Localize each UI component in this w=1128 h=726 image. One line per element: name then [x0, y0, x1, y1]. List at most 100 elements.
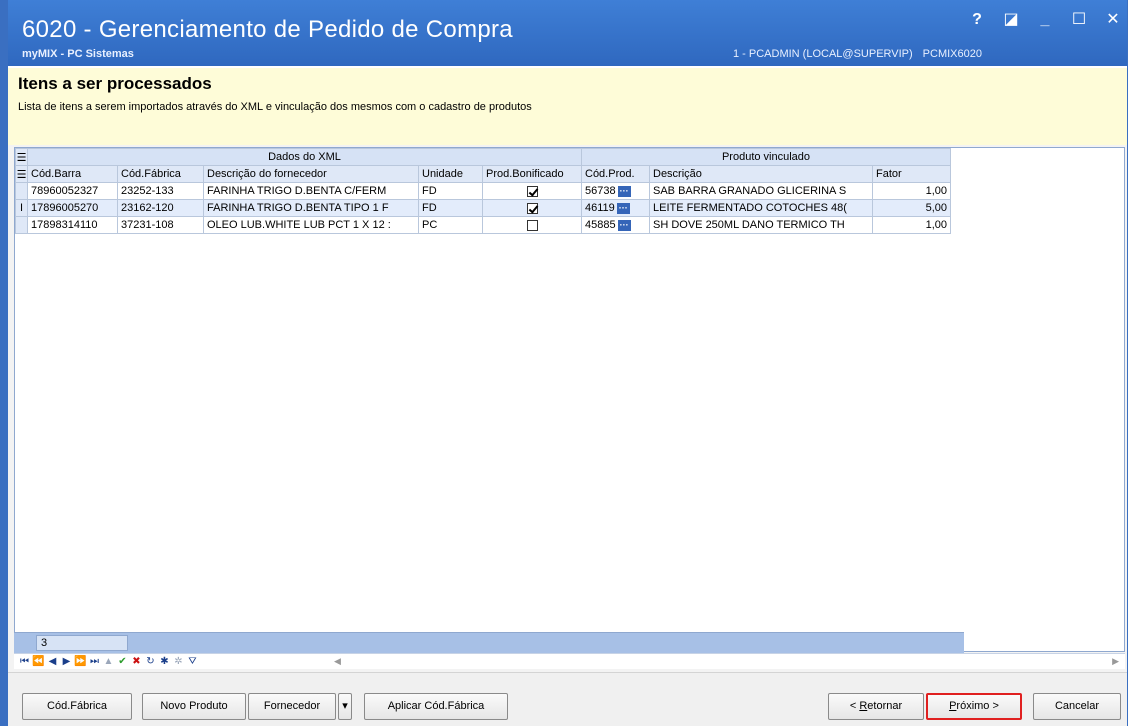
scroll-left-icon[interactable]: ◀: [334, 656, 341, 667]
cell-cod-prod[interactable]: 46119 ···: [581, 199, 650, 217]
col-descricao[interactable]: Descrição: [649, 165, 873, 183]
band-produto-vinculado: Produto vinculado: [581, 148, 951, 166]
cell-descricao-fornecedor[interactable]: FARINHA TRIGO D.BENTA C/FERM: [203, 182, 419, 200]
cell-descricao[interactable]: SAB BARRA GRANADO GLICERINA S: [649, 182, 873, 200]
cell-cod-fabrica[interactable]: 37231-108: [117, 216, 204, 234]
col-fator[interactable]: Fator: [872, 165, 951, 183]
grid-navigator: ⏮ ⏪ ◀ ▶ ⏩ ⏭ ▲ ✔ ✖ ↻ ✱ ✲ ⛛ ◀ ▶: [14, 653, 1125, 669]
window-controls: ? ◪ _ ☐ ✕: [969, 12, 1127, 28]
cell-descricao-fornecedor[interactable]: OLEO LUB.WHITE LUB PCT 1 X 12 :: [203, 216, 419, 234]
cell-prod-bonificado[interactable]: [482, 182, 582, 200]
cell-cod-fabrica[interactable]: 23252-133: [117, 182, 204, 200]
row-indicator: I: [15, 199, 28, 217]
help-icon[interactable]: ?: [969, 12, 985, 28]
refresh-icon[interactable]: ↻: [144, 656, 157, 667]
lookup-button[interactable]: ···: [617, 185, 631, 197]
fornecedor-button[interactable]: Fornecedor: [248, 693, 336, 720]
grid-footer: 3: [14, 632, 964, 653]
retornar-label: etornar: [867, 700, 903, 712]
cell-cod-prod[interactable]: 56738 ···: [581, 182, 650, 200]
cod-fabrica-button[interactable]: Cód.Fábrica: [22, 693, 132, 720]
col-unidade[interactable]: Unidade: [418, 165, 483, 183]
app-subtitle: myMIX - PC Sistemas: [22, 48, 134, 60]
retornar-prefix: <: [849, 700, 860, 712]
page-title: Itens a ser processados: [18, 74, 212, 93]
table-row[interactable]: I 17896005270 23162-120 FARINHA TRIGO D.…: [15, 199, 951, 217]
row-indicator: [15, 216, 28, 234]
items-table: ☰ Dados do XML Produto vinculado ☰ Cód.B…: [15, 148, 951, 234]
novo-produto-button[interactable]: Novo Produto: [142, 693, 246, 720]
prev-page-icon[interactable]: ⏪: [32, 656, 45, 667]
cell-unidade[interactable]: PC: [418, 216, 483, 234]
col-descricao-fornecedor[interactable]: Descrição do fornecedor: [203, 165, 419, 183]
proximo-label: róximo >: [956, 700, 999, 712]
title-bar[interactable]: 6020 - Gerenciamento de Pedido de Compra…: [8, 0, 1127, 66]
fornecedor-dropdown-icon[interactable]: ▾: [338, 693, 352, 720]
items-grid[interactable]: ☰ Dados do XML Produto vinculado ☰ Cód.B…: [14, 147, 1125, 652]
band-xml: Dados do XML: [27, 148, 582, 166]
prev-record-icon[interactable]: ◀: [46, 656, 59, 667]
cell-cod-fabrica[interactable]: 23162-120: [117, 199, 204, 217]
scroll-right-icon[interactable]: ▶: [1112, 656, 1119, 667]
cell-descricao[interactable]: LEITE FERMENTADO COTOCHES 48(: [649, 199, 873, 217]
cancel-edit-icon[interactable]: ✖: [130, 656, 143, 667]
cell-prod-bonificado[interactable]: [482, 199, 582, 217]
cell-unidade[interactable]: FD: [418, 182, 483, 200]
bonificado-checkbox[interactable]: [526, 202, 538, 214]
table-row[interactable]: 78960052327 23252-133 FARINHA TRIGO D.BE…: [15, 182, 951, 200]
proximo-button[interactable]: Próximo >: [926, 693, 1022, 720]
cod-prod-value: 46119: [585, 202, 615, 214]
col-prod-bonificado[interactable]: Prod.Bonificado: [482, 165, 582, 183]
cell-cod-barra[interactable]: 17896005270: [27, 199, 118, 217]
user-name: 1 - PCADMIN (LOCAL@SUPERVIP): [733, 48, 913, 60]
post-edit-icon[interactable]: ✔: [116, 656, 129, 667]
insert-record-icon[interactable]: ▲: [102, 656, 115, 667]
cod-prod-value: 45885: [585, 219, 616, 231]
environment-name: PCMIX6020: [922, 48, 982, 60]
cell-cod-barra[interactable]: 78960052327: [27, 182, 118, 200]
header-panel: Itens a ser processados Lista de itens a…: [8, 66, 1127, 145]
next-page-icon[interactable]: ⏩: [74, 656, 87, 667]
cell-fator[interactable]: 1,00: [872, 216, 951, 234]
goto-bookmark-icon[interactable]: ✲: [172, 656, 185, 667]
cell-prod-bonificado[interactable]: [482, 216, 582, 234]
cod-prod-value: 56738: [585, 185, 616, 197]
cell-unidade[interactable]: FD: [418, 199, 483, 217]
record-count: 3: [36, 635, 128, 651]
lookup-button[interactable]: ···: [617, 219, 631, 231]
row-indicator: [15, 182, 28, 200]
cell-fator[interactable]: 1,00: [872, 182, 951, 200]
bonificado-checkbox[interactable]: [526, 219, 538, 231]
cell-cod-barra[interactable]: 17898314110: [27, 216, 118, 234]
main-window: 6020 - Gerenciamento de Pedido de Compra…: [0, 0, 1128, 726]
column-chooser-icon[interactable]: ☰: [15, 148, 28, 166]
table-row[interactable]: 17898314110 37231-108 OLEO LUB.WHITE LUB…: [15, 216, 951, 234]
next-record-icon[interactable]: ▶: [60, 656, 73, 667]
first-record-icon[interactable]: ⏮: [18, 656, 31, 667]
cell-fator[interactable]: 5,00: [872, 199, 951, 217]
restore-icon[interactable]: ◪: [1003, 12, 1019, 28]
col-cod-prod[interactable]: Cód.Prod.: [581, 165, 650, 183]
cancelar-button[interactable]: Cancelar: [1033, 693, 1121, 720]
bonificado-checkbox[interactable]: [526, 185, 538, 197]
lookup-button[interactable]: ···: [616, 202, 630, 214]
maximize-icon[interactable]: ☐: [1071, 12, 1087, 28]
cell-cod-prod[interactable]: 45885 ···: [581, 216, 650, 234]
cell-descricao-fornecedor[interactable]: FARINHA TRIGO D.BENTA TIPO 1 F: [203, 199, 419, 217]
column-header-row: ☰ Cód.Barra Cód.Fábrica Descrição do for…: [15, 165, 951, 183]
col-cod-fabrica[interactable]: Cód.Fábrica: [117, 165, 204, 183]
aplicar-cod-fabrica-button[interactable]: Aplicar Cód.Fábrica: [364, 693, 508, 720]
retornar-button[interactable]: < Retornar: [828, 693, 924, 720]
bookmark-icon[interactable]: ✱: [158, 656, 171, 667]
col-cod-barra[interactable]: Cód.Barra: [27, 165, 118, 183]
button-bar: Cód.Fábrica Novo Produto Fornecedor ▾ Ap…: [8, 672, 1127, 726]
minimize-icon[interactable]: _: [1037, 12, 1053, 28]
page-description: Lista de itens a serem importados atravé…: [18, 101, 532, 113]
row-menu-icon[interactable]: ☰: [15, 165, 28, 183]
window-title: 6020 - Gerenciamento de Pedido de Compra: [22, 16, 513, 43]
cell-descricao[interactable]: SH DOVE 250ML DANO TERMICO TH: [649, 216, 873, 234]
close-icon[interactable]: ✕: [1105, 12, 1121, 28]
band-header-row: ☰ Dados do XML Produto vinculado: [15, 148, 951, 166]
filter-icon[interactable]: ⛛: [186, 656, 199, 667]
last-record-icon[interactable]: ⏭: [88, 656, 101, 667]
